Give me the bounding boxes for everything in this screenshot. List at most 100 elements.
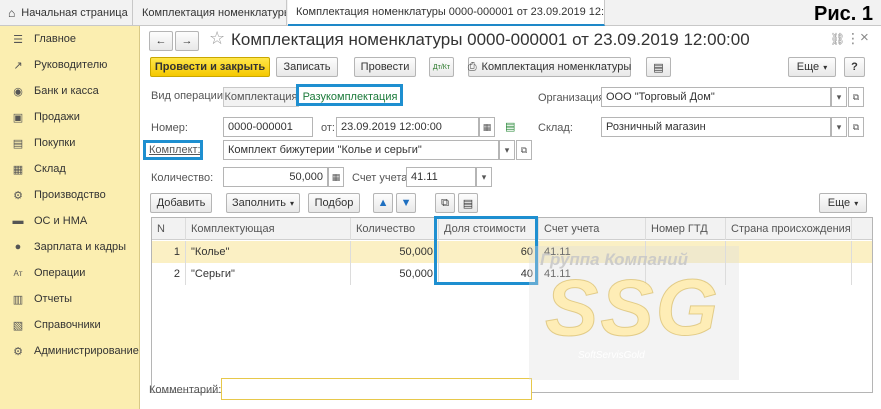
column-header-country[interactable]: Страна происхождения [726,218,852,240]
sidebar-item-main[interactable]: ☰ Главное [0,26,140,52]
components-table: N Комплектующая Количество Доля стоимост… [151,217,873,393]
sidebar-item-payroll[interactable]: ● Зарплата и кадры [0,234,140,260]
chevron-down-icon[interactable]: ▾ [499,140,515,160]
open-icon[interactable]: ⧉ [848,117,864,137]
select-button[interactable]: Подбор [308,193,360,213]
sidebar-item-catalogs[interactable]: ▧ Справочники [0,312,140,338]
sidebar-item-reports[interactable]: ▥ Отчеты [0,286,140,312]
column-header-cost-share[interactable]: Доля стоимости [439,218,539,240]
print-button[interactable]: ⎙ Комплектация номенклатуры [468,57,631,77]
row-quantity[interactable]: 50,000 [351,241,439,263]
tab-kit-list[interactable]: Комплектация номенклатуры × [134,0,287,26]
chevron-down-icon[interactable]: ▾ [476,167,492,187]
sidebar-item-operations[interactable]: Aт Операции [0,260,140,286]
bag-icon: ▣ [12,111,24,124]
save-button[interactable]: Записать [276,57,338,77]
link-icon[interactable]: ⛓ [830,32,845,46]
help-button[interactable]: ? [844,57,865,77]
kit-field[interactable]: Комплект бижутерии "Колье и серьги" [223,140,499,160]
sidebar-item-label: Администрирование [34,345,139,357]
kit-label[interactable]: Комплект: [149,144,201,156]
number-field[interactable]: 0000-000001 [223,117,313,137]
edit-icon[interactable]: ▤ [458,193,478,213]
add-button[interactable]: Добавить [150,193,212,213]
quantity-field[interactable]: 50,000 [223,167,328,187]
chevron-down-icon: ▾ [823,62,828,72]
sidebar-item-production[interactable]: ⚙ Производство [0,182,140,208]
sidebar-item-label: Зарплата и кадры [34,241,127,253]
sidebar-item-label: Отчеты [34,293,73,305]
post-button[interactable]: Провести [354,57,416,77]
column-header-account[interactable]: Счет учета [539,218,646,240]
star-icon[interactable]: ☆ [209,28,225,49]
menu-icon: ☰ [13,33,23,46]
table-row[interactable]: 1 "Колье" 50,000 60 41.11 [152,241,872,263]
chevron-down-icon[interactable]: ▾ [831,117,847,137]
row-cost-share[interactable]: 60 [439,241,539,263]
sidebar-item-manager[interactable]: ↗ Руководителю [0,52,140,78]
calendar-icon[interactable]: ▦ [479,117,495,137]
sidebar-item-sales[interactable]: ▣ Продажи [0,104,140,130]
sidebar-item-bank[interactable]: ◉ Банк и касса [0,78,140,104]
table-row[interactable]: 2 "Серьги" 50,000 40 41.11 [152,263,872,285]
tab-kit-document[interactable]: Комплектация номенклатуры 0000-000001 от… [288,0,605,26]
arrow-down-icon[interactable]: ▼ [396,193,416,213]
date-label: от: [321,122,335,134]
chart-icon: ▥ [12,293,24,306]
row-country[interactable] [726,263,852,285]
forward-button[interactable]: → [175,31,199,51]
tab-home[interactable]: ⌂ Начальная страница [0,0,133,26]
column-header-gtd[interactable]: Номер ГТД [646,218,726,240]
row-quantity[interactable]: 50,000 [351,263,439,285]
chevron-down-icon: ▾ [854,198,859,208]
row-cost-share[interactable]: 40 [439,263,539,285]
figure-label: Рис. 1 [814,3,873,25]
report-icon[interactable]: ▤ [646,57,671,77]
page-title: Комплектация номенклатуры 0000-000001 от… [231,30,750,49]
sidebar-item-label: Продажи [34,111,80,123]
sidebar-item-label: Склад [34,163,66,175]
tab-kit-document-label: Комплектация номенклатуры 0000-000001 от… [296,6,605,18]
open-icon[interactable]: ⧉ [516,140,532,160]
close-icon[interactable]: × [860,29,869,46]
tab-home-label: Начальная страница [21,7,128,19]
account-label: Счет учета: [352,172,411,184]
row-number: 2 [152,263,186,285]
row-component[interactable]: "Колье" [186,241,351,263]
table-more-button[interactable]: Еще ▾ [819,193,867,213]
column-header-component[interactable]: Комплектующая [186,218,351,240]
more-vertical-icon[interactable]: ⋮ [846,30,860,47]
row-country[interactable] [726,241,852,263]
copy-icon[interactable]: ⧉ [435,193,455,213]
fill-button[interactable]: Заполнить ▾ [226,193,300,213]
calculator-icon[interactable]: ▦ [328,167,344,187]
more-button[interactable]: Еще ▾ [788,57,836,77]
sidebar-item-purchases[interactable]: ▤ Покупки [0,130,140,156]
sidebar-item-fixed-assets[interactable]: ▬ ОС и НМА [0,208,140,234]
status-icon: ▤ [505,121,516,133]
operation-label: Вид операции: [151,90,227,102]
operation-option-assemble[interactable]: Комплектация [223,87,299,107]
sidebar-item-warehouse[interactable]: ▦ Склад [0,156,140,182]
operation-option-disassemble[interactable]: Разукомплектация [300,87,400,107]
chevron-down-icon[interactable]: ▾ [831,87,847,107]
date-field[interactable]: 23.09.2019 12:00:00 [336,117,479,137]
column-header-n[interactable]: N [152,218,186,240]
organization-field[interactable]: ООО "Торговый Дом" [601,87,831,107]
account-field[interactable]: 41.11 [406,167,476,187]
dt-kt-icon[interactable]: Дт/Кт [429,57,454,77]
warehouse-field[interactable]: Розничный магазин [601,117,831,137]
arrow-up-icon[interactable]: ▲ [373,193,393,213]
organization-label: Организация: [538,92,608,104]
open-icon[interactable]: ⧉ [848,87,864,107]
cart-icon: ▤ [12,137,24,150]
row-component[interactable]: "Серьги" [186,263,351,285]
warehouse-label: Склад: [538,122,573,134]
back-button[interactable]: ← [149,31,173,51]
table-header: N Комплектующая Количество Доля стоимост… [152,218,872,240]
sidebar-item-label: Главное [34,33,77,45]
post-and-close-button[interactable]: Провести и закрыть [150,57,270,77]
column-header-quantity[interactable]: Количество [351,218,439,240]
comment-field[interactable] [221,378,532,400]
sidebar-item-admin[interactable]: ⚙ Администрирование [0,338,140,364]
